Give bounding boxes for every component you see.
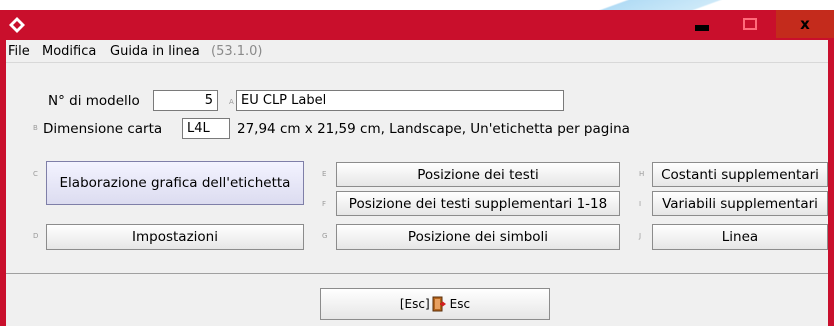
exit-door-icon — [432, 296, 446, 312]
hint-f: F — [322, 200, 327, 208]
hint-b: B — [33, 124, 38, 132]
menu-modifica[interactable]: Modifica — [42, 44, 96, 59]
menu-bar: File Modifica Guida in linea (53.1.0) — [6, 40, 828, 63]
paper-size-description: 27,94 cm x 21,59 cm, Landscape, Un'etich… — [237, 121, 630, 137]
settings-label: Impostazioni — [132, 229, 218, 245]
supplementary-text-position-label: Posizione dei testi supplementari 1-18 — [348, 195, 608, 212]
model-number-label: N° di modello — [48, 93, 140, 109]
esc-prefix: [Esc] — [399, 297, 430, 311]
supplementary-variables-label: Variabili supplementari — [662, 195, 818, 212]
settings-button[interactable]: Impostazioni — [46, 224, 304, 250]
hint-g: G — [322, 232, 328, 240]
line-button[interactable]: Linea — [652, 224, 828, 250]
maximize-button[interactable] — [728, 10, 772, 38]
supplementary-variables-button[interactable]: Variabili supplementari — [652, 191, 828, 216]
text-position-label: Posizione dei testi — [417, 166, 539, 183]
hint-c: C — [33, 170, 38, 178]
hint-e: E — [322, 170, 327, 178]
graphic-editing-button[interactable]: Elaborazione grafica dell'etichetta — [46, 161, 304, 205]
app-logo-icon — [9, 17, 25, 33]
minimize-button[interactable] — [680, 10, 724, 38]
hint-i: I — [639, 200, 642, 208]
supplementary-constants-button[interactable]: Costanti supplementari — [652, 162, 828, 187]
maximize-icon — [743, 18, 757, 30]
close-button[interactable]: x — [776, 10, 834, 38]
model-number-field[interactable]: 5 — [153, 90, 218, 111]
hint-h: H — [639, 170, 645, 178]
menu-file[interactable]: File — [8, 44, 30, 59]
supplementary-constants-label: Costanti supplementari — [661, 166, 819, 183]
footer-divider — [6, 273, 828, 274]
graphic-editing-label: Elaborazione grafica dell'etichetta — [59, 175, 291, 191]
supplementary-text-position-button[interactable]: Posizione dei testi supplementari 1-18 — [336, 191, 620, 216]
application-window: x File Modifica Guida in linea (53.1.0) … — [0, 10, 834, 326]
hint-a: A — [229, 98, 234, 106]
symbol-position-label: Posizione dei simboli — [407, 229, 549, 245]
minimize-icon — [695, 25, 709, 31]
hint-j: J — [639, 232, 642, 240]
esc-suffix: Esc — [449, 297, 471, 311]
model-name-field[interactable]: EU CLP Label — [236, 90, 564, 111]
version-label: (53.1.0) — [211, 44, 263, 59]
hint-d: D — [33, 232, 39, 240]
esc-button[interactable]: [Esc] Esc — [320, 288, 550, 320]
paper-size-label: Dimensione carta — [43, 121, 163, 137]
paper-size-field[interactable]: L4L — [182, 118, 230, 139]
line-label: Linea — [721, 229, 759, 245]
text-position-button[interactable]: Posizione dei testi — [336, 162, 620, 187]
close-icon: x — [800, 15, 810, 33]
symbol-position-button[interactable]: Posizione dei simboli — [336, 224, 620, 250]
title-bar[interactable]: x — [0, 10, 834, 40]
menu-guida[interactable]: Guida in linea — [110, 44, 200, 59]
